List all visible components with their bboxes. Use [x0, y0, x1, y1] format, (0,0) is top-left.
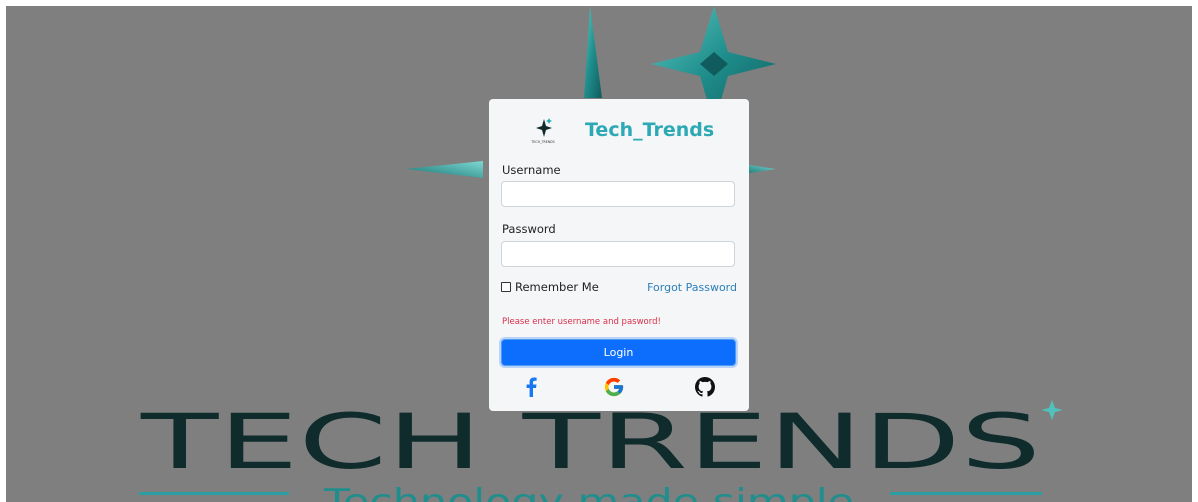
google-icon [604, 377, 624, 397]
brand-header: TECH_TRENDS Tech_Trends [525, 117, 735, 147]
password-label: Password [502, 222, 556, 236]
error-message: Please enter username and pasword! [502, 317, 661, 327]
tagline-right-rule [890, 492, 1042, 495]
remember-me-label: Remember Me [515, 280, 599, 294]
tiny-sparkle-shape [1041, 400, 1063, 420]
password-input[interactable] [501, 241, 735, 267]
google-login-button[interactable] [601, 375, 627, 399]
login-button[interactable]: Login [501, 339, 736, 366]
brand-title: Tech_Trends [585, 119, 715, 141]
facebook-login-button[interactable] [518, 375, 544, 399]
facebook-icon [526, 377, 537, 397]
username-input[interactable] [501, 181, 735, 207]
forgot-password-link[interactable]: Forgot Password [647, 281, 737, 294]
remember-me-row[interactable]: Remember Me [501, 280, 599, 294]
username-label: Username [502, 163, 561, 177]
background-tagline: Technology made simple [323, 482, 854, 502]
brand-logo-icon: TECH_TRENDS [530, 118, 555, 144]
remember-me-checkbox[interactable] [501, 282, 511, 292]
login-card: TECH_TRENDS Tech_Trends Username Passwor… [489, 99, 749, 411]
github-login-button[interactable] [692, 375, 718, 399]
background-stage: TECH TRENDS Technology made simple TECH_… [6, 6, 1192, 502]
github-icon [695, 377, 715, 397]
tagline-left-rule [139, 492, 289, 495]
brand-logo-text: TECH_TRENDS [530, 140, 554, 144]
